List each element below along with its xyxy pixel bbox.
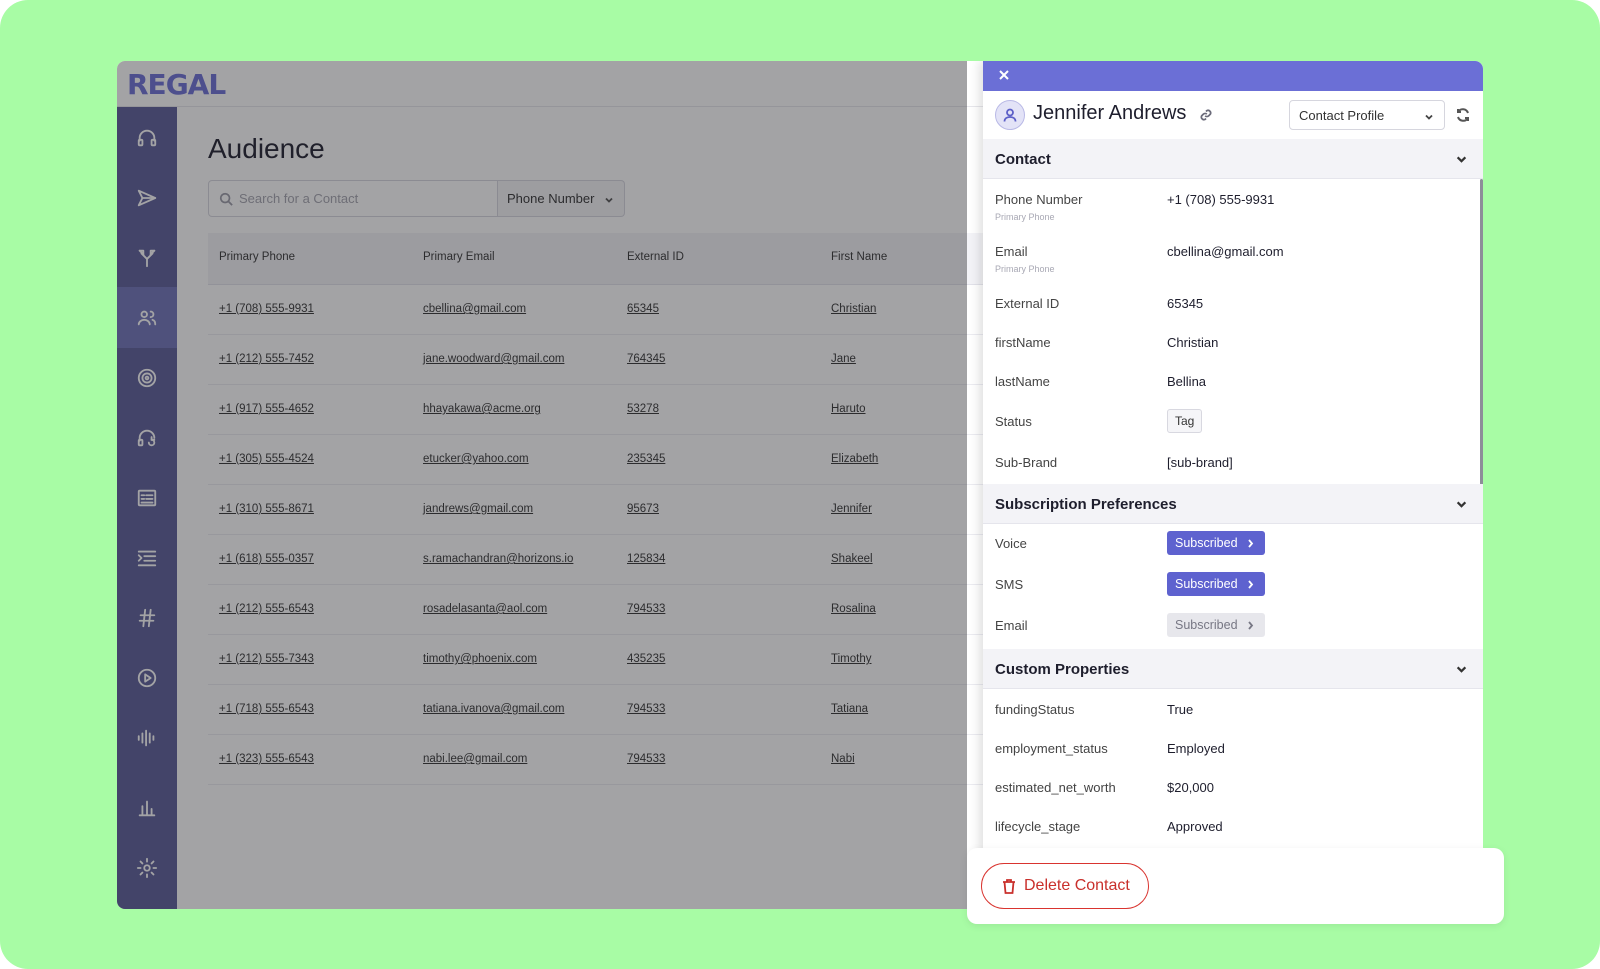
field-label: lifecycle_stage [995, 819, 1081, 834]
profile-view-select[interactable]: Contact Profile [1289, 100, 1445, 130]
section-title: Subscription Preferences [995, 496, 1177, 513]
net-worth-value: $20,000 [1167, 780, 1214, 795]
field-label: employment_status [995, 741, 1108, 756]
field-label: SMS [995, 577, 1024, 592]
field-label: lastName [995, 374, 1050, 389]
chevron-down-icon [1456, 666, 1467, 673]
sms-subscription-button[interactable]: Subscribed [1167, 572, 1265, 596]
delete-contact-label: Delete Contact [1024, 877, 1130, 894]
field-label: fundingStatus [995, 702, 1075, 717]
subscription-status: Subscribed [1175, 536, 1238, 550]
link-icon [1200, 109, 1212, 121]
email-value: cbellina@gmail.com [1167, 244, 1284, 259]
contact-name: Jennifer Andrews [1033, 102, 1187, 124]
contact-profile-panel: Jennifer Andrews Contact Profile Contact… [983, 61, 1483, 909]
panel-footer: Delete Contact [967, 848, 1504, 924]
custom-properties-section-header[interactable]: Custom Properties [983, 649, 1483, 689]
section-title: Custom Properties [995, 661, 1130, 678]
employment-status-value: Employed [1167, 741, 1225, 756]
trash-icon [1003, 879, 1015, 894]
user-icon [1003, 108, 1017, 122]
field-label: Phone Number [995, 192, 1083, 207]
contact-section-header[interactable]: Contact [983, 139, 1483, 179]
subscription-status: Subscribed [1175, 618, 1238, 632]
close-icon [999, 70, 1009, 80]
refresh-button[interactable] [1455, 107, 1471, 123]
chevron-right-icon [1248, 580, 1254, 589]
external-id-value: 65345 [1167, 296, 1204, 311]
field-label: Email [995, 244, 1028, 259]
field-label: Voice [995, 536, 1027, 551]
first-name-value: Christian [1167, 335, 1219, 350]
contact-header: Jennifer Andrews Contact Profile [983, 91, 1483, 140]
app-window: REGAL Audience Search for a Contact Phon… [117, 61, 1483, 909]
page-background: REGAL Audience Search for a Contact Phon… [0, 0, 1600, 969]
panel-scrollbar[interactable] [1480, 179, 1483, 497]
chevron-down-icon [1456, 501, 1467, 508]
delete-contact-button[interactable]: Delete Contact [981, 863, 1149, 909]
refresh-icon [1457, 108, 1469, 122]
field-label: Sub-Brand [995, 455, 1058, 470]
voice-subscription-button[interactable]: Subscribed [1167, 531, 1265, 555]
field-sublabel: Primary Phone [995, 212, 1055, 222]
chevron-right-icon [1248, 621, 1254, 630]
funding-status-value: True [1167, 702, 1194, 717]
modal-backdrop[interactable] [117, 61, 967, 909]
field-label: Email [995, 618, 1028, 633]
profile-view-label: Contact Profile [1299, 108, 1385, 123]
status-badge: Tag [1167, 409, 1203, 433]
field-label: External ID [995, 296, 1060, 311]
chevron-down-icon [1425, 114, 1433, 120]
sub-brand-value: [sub-brand] [1167, 455, 1233, 470]
subscription-status: Subscribed [1175, 577, 1238, 591]
field-label: Status [995, 414, 1032, 429]
chevron-down-icon [1456, 156, 1467, 163]
subscription-section-header[interactable]: Subscription Preferences [983, 484, 1483, 524]
copy-link-button[interactable] [1199, 108, 1213, 122]
email-subscription-button[interactable]: Subscribed [1167, 613, 1265, 637]
last-name-value: Bellina [1167, 374, 1207, 389]
chevron-right-icon [1248, 539, 1254, 548]
field-label: firstName [995, 335, 1051, 350]
close-button[interactable] [997, 68, 1011, 82]
phone-value: +1 (708) 555-9931 [1167, 192, 1275, 207]
section-title: Contact [995, 151, 1051, 168]
panel-header-bar [983, 61, 1483, 91]
field-label: estimated_net_worth [995, 780, 1116, 795]
lifecycle-stage-value: Approved [1167, 819, 1223, 834]
avatar [995, 100, 1025, 130]
field-sublabel: Primary Phone [995, 264, 1055, 274]
